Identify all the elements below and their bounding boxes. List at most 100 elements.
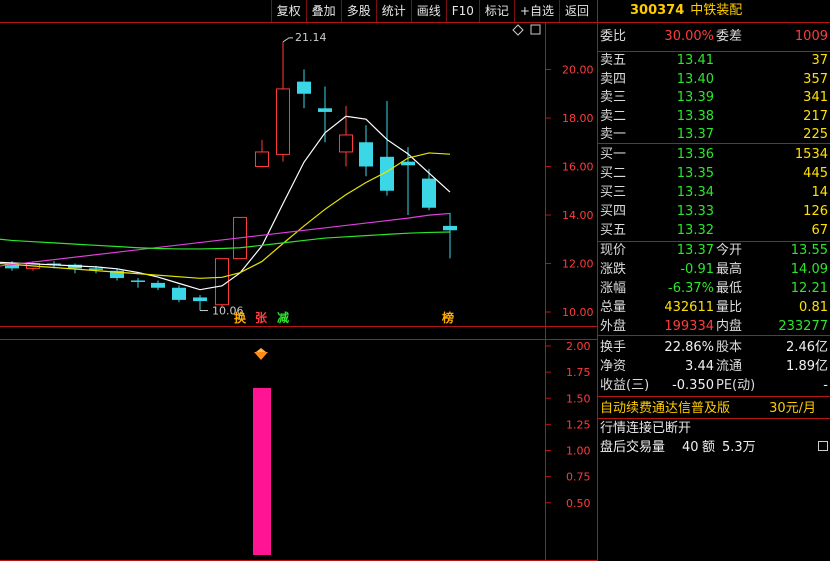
after-hours-label: 盘后交易量: [600, 440, 666, 455]
volume-tick-label: 1.75: [566, 366, 591, 379]
price-axis: 20.00 18.00 16.00 14.00 12.00 10.00: [546, 64, 594, 319]
ad-price: 30元/月: [769, 401, 816, 416]
candle: [339, 105, 353, 167]
quote-value-2: 13.55: [790, 243, 828, 258]
ask-label: 卖四: [600, 71, 627, 87]
bid-row: 买三 13.34 14: [598, 183, 830, 202]
fund-row: 收益(三) -0.350 PE(动) -: [598, 376, 830, 395]
volume-tick-label: 1.00: [566, 445, 591, 458]
quote-label-2: 量比: [716, 300, 743, 315]
diamond-signal-icon-top: [256, 348, 266, 352]
fund-value: 22.86%: [664, 340, 714, 355]
ask-volume: 341: [803, 90, 828, 105]
fund-value-2: 2.46亿: [786, 340, 828, 355]
expand-icon[interactable]: [530, 24, 541, 35]
quote-row: 涨跌 -0.91 最高 14.09: [598, 260, 830, 279]
ask-volume: 37: [811, 53, 828, 68]
candle-body: [297, 81, 311, 94]
signal-marker: 张: [255, 310, 268, 325]
weicha-value: 1009: [794, 29, 828, 44]
weibi-value: 30.00%: [664, 29, 714, 44]
candle: [276, 41, 290, 162]
candle-body: [422, 178, 436, 208]
ask-volume: 217: [803, 108, 828, 124]
quote-row: 涨幅 -6.37% 最低 12.21: [598, 279, 830, 298]
fund-value: -0.350: [672, 378, 714, 393]
after-hours-amount-label: 额: [702, 440, 716, 455]
candle: [318, 86, 332, 143]
fund-value-2: 1.89亿: [786, 359, 828, 374]
ask-row: 卖三 13.39 341: [598, 88, 830, 107]
ask-volume: 357: [803, 71, 828, 87]
candle: [443, 212, 457, 259]
panel-menu-icon[interactable]: [818, 441, 828, 451]
candle: [422, 168, 436, 211]
ask-label: 卖三: [600, 90, 627, 105]
quote-label-2: 最低: [716, 281, 743, 296]
diamond-icon[interactable]: [512, 24, 524, 36]
candle-body: [151, 282, 165, 288]
price-tick-label: 10.00: [562, 306, 594, 319]
quote-label: 现价: [600, 243, 627, 258]
quote-value: 13.37: [676, 243, 714, 258]
volume-tick-label: 2.00: [566, 340, 591, 353]
bid-label: 买四: [600, 204, 627, 219]
fund-label: 净资: [600, 359, 627, 374]
high-label: 21.14: [295, 31, 327, 44]
candle-body: [339, 134, 353, 153]
diamond-signal-icon: [254, 352, 268, 360]
candle: [380, 101, 394, 196]
quote-row: 现价 13.37 今开 13.55: [598, 241, 830, 260]
bid-price: 13.34: [676, 185, 714, 200]
weibi-label: 委比: [600, 29, 627, 44]
bid-volume: 1534: [794, 147, 828, 162]
ask-row: 卖四 13.40 357: [598, 70, 830, 89]
quote-row: 外盘 199334 内盘 233277: [598, 317, 830, 336]
bid-label: 买一: [600, 147, 627, 162]
quote-value-2: 233277: [778, 319, 828, 334]
signal-markers: 换张减 榜: [234, 310, 454, 325]
candle-body: [443, 225, 457, 231]
candlesticks: [5, 41, 457, 311]
candle-body: [215, 258, 229, 306]
bid-row: 买二 13.35 445: [598, 164, 830, 183]
volume-tick-label: 1.50: [566, 392, 591, 405]
ad-text: 自动续费通达信普及版: [600, 401, 731, 416]
bid-price: 13.33: [676, 204, 714, 219]
ask-row: 卖五 13.41 37: [598, 51, 830, 70]
bid-volume: 14: [811, 185, 828, 200]
quote-label-2: 内盘: [716, 319, 743, 334]
quote-label: 涨幅: [600, 281, 627, 296]
quote-label-2: 最高: [716, 262, 743, 277]
candle-body: [172, 287, 186, 300]
candle: [297, 69, 311, 109]
ask-row: 卖二 13.38 217: [598, 107, 830, 126]
weicha-label: 委差: [716, 29, 743, 44]
volume-tick-label: 0.50: [566, 497, 591, 510]
ad-row[interactable]: 自动续费通达信普及版 30元/月: [598, 399, 830, 418]
candle-body: [318, 108, 332, 112]
price-tick-label: 16.00: [562, 161, 594, 174]
ask-label: 卖五: [600, 53, 627, 68]
quote-label: 总量: [600, 300, 627, 315]
bid-row: 买五 13.32 67: [598, 221, 830, 240]
ask-price: 13.37: [676, 127, 714, 142]
price-tick-label: 14.00: [562, 209, 594, 222]
bid-row: 买四 13.33 126: [598, 202, 830, 221]
ask-price: 13.38: [676, 108, 714, 124]
candle-body: [359, 142, 373, 167]
price-tick-label: 20.00: [562, 64, 594, 77]
quote-value: -0.91: [680, 262, 714, 277]
volume-tick-label: 0.75: [566, 471, 591, 484]
quote-value: 432611: [664, 300, 714, 315]
quote-value: -6.37%: [668, 281, 714, 296]
fund-label: 收益(三): [600, 378, 650, 393]
ask-label: 卖一: [600, 127, 627, 142]
bid-label: 买二: [600, 166, 627, 181]
ask-row: 卖一 13.37 225: [598, 125, 830, 144]
fund-label-2: 流通: [716, 359, 743, 374]
connection-status: 行情连接已断开: [600, 421, 692, 436]
after-hours-row: 盘后交易量 40 额 5.3万: [598, 438, 830, 457]
quote-label-2: 今开: [716, 243, 743, 258]
volume-axis: 2.00 1.75 1.50 1.25 1.00 0.75 0.50: [546, 340, 591, 510]
